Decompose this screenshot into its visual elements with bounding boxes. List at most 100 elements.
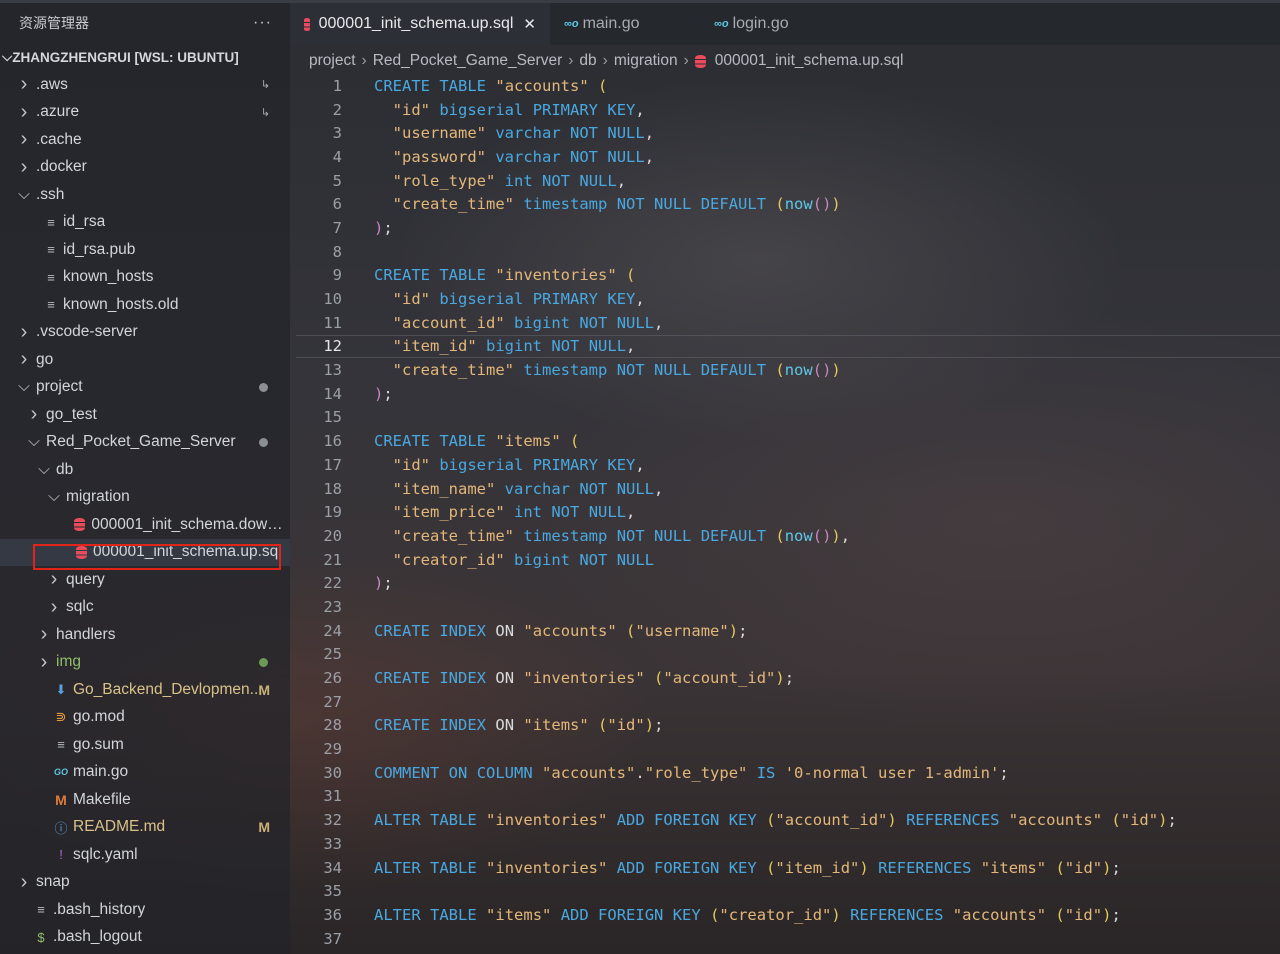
tab-main-go[interactable]: ∞o main.go [550,3,700,45]
file-item[interactable]: ≡ id_rsa.pub [0,236,290,264]
code-editor[interactable]: 1 CREATE TABLE "accounts" (2 "id" bigseri… [296,74,1280,950]
folder-item[interactable]: ⌵ project [0,374,290,402]
folder-item[interactable]: › go_test [0,401,290,429]
token-keyword: NOT [551,337,580,356]
token-string: "account_id" [663,669,776,688]
code-line[interactable]: 28 CREATE INDEX ON "items" ("id"); [296,714,1280,738]
file-item[interactable]: ⋑ go.mod [0,704,290,732]
code-line[interactable]: 6 "create_time" timestamp NOT NULL DEFAU… [296,192,1280,216]
folder-item[interactable]: › query [0,566,290,594]
folder-item[interactable]: ⌵ migration [0,484,290,512]
code-line[interactable]: 23 [296,595,1280,619]
close-icon[interactable]: ✕ [523,15,536,33]
code-line[interactable]: 7); [296,216,1280,240]
token-keyword: INDEX [439,716,487,735]
file-item[interactable]: 000001_init_schema.down.sql [0,511,290,539]
code-line[interactable]: 24 CREATE INDEX ON "accounts" ("username"… [296,619,1280,643]
folder-item[interactable]: › handlers [0,621,290,649]
code-line[interactable]: 8 [296,240,1280,264]
code-line[interactable]: 17 "id" bigserial PRIMARY KEY, [296,453,1280,477]
folder-item[interactable]: › sqlc [0,594,290,622]
code-line[interactable]: 16 CREATE TABLE "items" ( [296,429,1280,453]
file-item[interactable]: 000001_init_schema.up.sql [0,538,290,566]
file-item[interactable]: $ .bash_logout [0,924,290,952]
file-item[interactable]: GO main.go [0,759,290,787]
code-line[interactable]: 33 [296,832,1280,856]
code-line[interactable]: 5 "role_type" int NOT NULL, [296,169,1280,193]
file-item[interactable]: ≡ id_rsa [0,209,290,237]
code-line[interactable]: 14); [296,382,1280,406]
line-text: "creator_id" bigint NOT NULL [374,551,654,569]
token-keyword: ALTER [374,905,421,924]
code-line[interactable]: 30 COMMENT ON COLUMN "accounts"."role_typ… [296,761,1280,785]
breadcrumb-item[interactable]: 000001_init_schema.up.sql [715,52,904,70]
breadcrumb-item[interactable]: db [579,52,596,70]
code-line[interactable]: 35 [296,879,1280,903]
file-item[interactable]: ! sqlc.yaml [0,841,290,869]
folder-item[interactable]: › .cache [0,126,290,154]
folder-item[interactable]: ⌵ Red_Pocket_Game_Server [0,429,290,457]
code-line[interactable]: 19 "item_price" int NOT NULL, [296,500,1280,524]
folder-item[interactable]: › .aws ↳ [0,71,290,99]
code-line[interactable]: 3 "username" varchar NOT NULL, [296,121,1280,145]
code-line[interactable]: 15 [296,406,1280,430]
code-line[interactable]: 13 "create_time" timestamp NOT NULL DEFA… [296,358,1280,382]
code-line[interactable]: 11 "account_id" bigint NOT NULL, [296,311,1280,335]
code-line[interactable]: 4 "password" varchar NOT NULL, [296,145,1280,169]
code-line[interactable]: 2 "id" bigserial PRIMARY KEY, [296,98,1280,122]
folder-item[interactable]: › .azure ↳ [0,99,290,127]
code-line[interactable]: 1 CREATE TABLE "accounts" ( [296,74,1280,98]
code-line[interactable]: 26 CREATE INDEX ON "inventories" ("accoun… [296,666,1280,690]
code-line[interactable]: 37 [296,927,1280,951]
line-number: 3 [332,124,342,143]
code-line[interactable]: 10 "id" bigserial PRIMARY KEY, [296,287,1280,311]
folder-item[interactable]: › .vscode-server [0,319,290,347]
breadcrumb-item[interactable]: Red_Pocket_Game_Server [373,52,563,70]
tab-000001-init-schema-up-sql[interactable]: 000001_init_schema.up.sql ✕ [290,3,550,45]
file-item[interactable]: ≡ known_hosts [0,264,290,292]
file-item[interactable]: ≡ known_hosts.old [0,291,290,319]
code-line[interactable]: 21 "creator_id" bigint NOT NULL [296,548,1280,572]
folder-item[interactable]: › .docker [0,154,290,182]
file-item[interactable]: ⬇ Go_Backend_Devlopmen... M [0,676,290,704]
file-item[interactable]: ≡ .bash_history [0,896,290,924]
more-actions-icon[interactable]: ··· [253,14,272,32]
code-line[interactable]: 9 CREATE TABLE "inventories" ( [296,264,1280,288]
code-line[interactable]: 29 [296,737,1280,761]
workspace-root[interactable]: ⌵ ZHANGZHENGRUI [WSL: UBUNTU] [0,43,290,71]
code-line[interactable]: 36 ALTER TABLE "items" ADD FOREIGN KEY ("… [296,903,1280,927]
code-line[interactable]: 31 [296,785,1280,809]
folder-item[interactable]: ⌵ db [0,456,290,484]
file-item[interactable]: ⓘ README.md M [0,814,290,842]
file-item[interactable]: M Makefile [0,786,290,814]
code-line[interactable]: 32 ALTER TABLE "inventories" ADD FOREIGN … [296,808,1280,832]
token-text: , [626,337,636,356]
code-line[interactable]: 18 "item_name" varchar NOT NULL, [296,477,1280,501]
tab-login-go[interactable]: ∞o login.go [700,3,850,45]
folder-item[interactable]: › go [0,346,290,374]
token-text: , [644,124,655,143]
breadcrumb-item[interactable]: project [309,52,356,70]
line-number: 7 [332,218,342,237]
code-line[interactable]: 27 [296,690,1280,714]
breadcrumb-item[interactable]: migration [614,52,678,70]
tree-item-label: .aws [36,75,68,93]
token-paren: ( [1111,811,1121,830]
folder-item[interactable]: ⌵ .ssh [0,181,290,209]
folder-item[interactable]: › snap [0,869,290,897]
token-string: "id" [1120,811,1159,830]
token-string: "item_name" [392,479,496,498]
file-item[interactable]: ≡ go.sum [0,731,290,759]
code-line[interactable]: 20 "create_time" timestamp NOT NULL DEFA… [296,524,1280,548]
folder-item[interactable]: › img [0,649,290,677]
token-string: "items" [980,858,1047,877]
code-line[interactable]: 12 "item_id" bigint NOT NULL, [296,334,1280,359]
code-line[interactable]: 25 [296,643,1280,667]
code-line[interactable]: 34 ALTER TABLE "inventories" ADD FOREIGN … [296,856,1280,880]
code-line[interactable]: 22); [296,571,1280,595]
